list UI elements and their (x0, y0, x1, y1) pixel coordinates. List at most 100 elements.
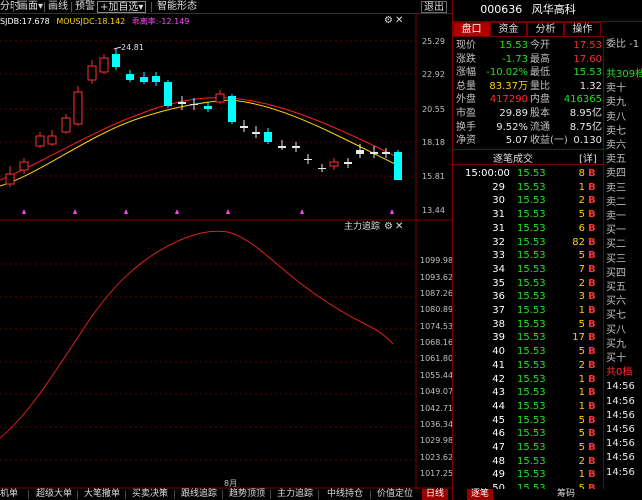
tab-bottom[interactable]: 机单 (0, 489, 18, 500)
tick-dir: B (588, 442, 596, 453)
tick-time: 30 (492, 195, 505, 207)
sub-axis-label: 1023.62 (420, 453, 452, 462)
tick-vol: 1 (578, 469, 585, 481)
order-book-row: 买一 (606, 225, 626, 237)
quote-label: 总量 (456, 80, 476, 92)
tab-tick-by-tick[interactable]: 逐笔 (467, 489, 494, 500)
tick-time: 15:00:00 (465, 168, 510, 179)
quote-label: 外盘 (456, 94, 476, 106)
candle-body (35, 135, 45, 147)
tick-dir: B (588, 209, 596, 221)
tick-time: 37 (492, 305, 505, 316)
tab-divider (270, 490, 271, 499)
tick-dir: B (588, 469, 596, 481)
toolbar-item-timeshare[interactable]: 分时 (0, 0, 20, 14)
toolbar-item-draw-line[interactable]: 画线 (48, 0, 68, 14)
candle-body (382, 152, 390, 154)
sub-axis-label: 1036.34 (420, 420, 452, 429)
gear-icon[interactable]: ⚙ (384, 221, 395, 232)
tick-dir: B (588, 277, 596, 289)
toolbar-item-alert[interactable]: 预警 (75, 0, 95, 14)
tab-bottom[interactable]: 大笔撒单 (84, 489, 120, 500)
tick-row: 29 15.53 1 B (453, 181, 603, 195)
sub-axis-label: 1074.53 (420, 322, 452, 331)
add-watchlist-button[interactable]: +加自选▾ (97, 1, 147, 13)
sub-axis-label: 1093.62 (420, 273, 452, 282)
tick-dir: B (588, 305, 596, 316)
tab-bottom[interactable]: 中线持仓 (327, 489, 363, 500)
tab-operation[interactable]: 操作 (564, 22, 601, 36)
order-book-row: 卖六 (606, 140, 626, 151)
quote-value: 9.52% (496, 121, 528, 133)
tick-row: 36 15.53 3 B (453, 290, 603, 304)
tick-time: 43 (492, 387, 505, 399)
tick-dir: B (588, 359, 596, 371)
order-book-row: 买七 (606, 310, 626, 322)
tick-title: 逐笔成交 (493, 154, 533, 165)
tab-chips[interactable]: 筹码 (557, 489, 575, 500)
sub-axis-label: 1055.44 (420, 371, 452, 380)
tick-price: 15.53 (517, 181, 546, 193)
tab-analysis[interactable]: 分析 (527, 22, 564, 36)
bottom-tab-bar: 机单 超级大单 大笔撒单 买卖决策 跟线追踪 趋势顶顶 主力追踪 中线持仓 价值… (0, 489, 452, 500)
tab-bottom[interactable]: 跟线追踪 (181, 489, 217, 500)
tick-dir: B (588, 387, 596, 399)
tick-row: 44 15.53 1 B (453, 400, 603, 414)
quote-label: 涨跌 (456, 53, 476, 65)
toolbar-item-smart-pattern[interactable]: 智能形态 (157, 0, 197, 14)
quote-value: -1.73 (502, 53, 528, 65)
tick-price: 15.53 (517, 263, 546, 275)
tab-bottom[interactable]: 买卖决策 (132, 489, 168, 500)
tick-vol: 2 (578, 195, 585, 207)
order-book-row: 14:56 (606, 395, 635, 407)
tab-funds[interactable]: 资金 (490, 22, 527, 36)
tab-bottom[interactable]: 趋势顶顶 (229, 489, 265, 500)
tick-time: 46 (492, 428, 505, 440)
tick-row: 31 15.53 6 B (453, 222, 603, 236)
order-book-row: 14:56 (606, 424, 635, 435)
tick-vol: 1 (578, 373, 585, 385)
price-axis-label: 13.44 (422, 206, 445, 215)
candle-body (140, 77, 148, 82)
tick-price: 15.53 (517, 291, 546, 303)
tick-detail-link[interactable]: [详] (579, 150, 597, 165)
candle-body (228, 96, 236, 122)
quote-label: 内盘 (530, 94, 550, 106)
candle-body (152, 76, 160, 82)
tick-vol: 82 (572, 236, 585, 248)
tick-vol: 8 (578, 168, 585, 179)
tab-bottom[interactable]: 主力追踪 (277, 489, 313, 500)
order-book-row: 买二 (606, 239, 626, 251)
tick-dir: B (588, 236, 596, 248)
tick-vol: 2 (578, 359, 585, 371)
tab-daily-selected[interactable]: 日线 (422, 489, 449, 500)
candlesticks (5, 48, 402, 187)
order-book: 委比 -1 共309档 卖十 卖九 卖八 卖七 卖六 卖五 卖四 卖三 卖二 卖一 买一 买二 买三 买四 买五… (604, 36, 642, 500)
candle-body (19, 161, 29, 171)
divider (453, 36, 603, 37)
period-markers (22, 209, 394, 214)
candle-body (164, 82, 172, 106)
tick-vol: 5 (578, 428, 585, 440)
quote-label: 净资 (456, 135, 476, 147)
quote-value: -10.02% (486, 67, 528, 79)
close-icon[interactable]: ✕ (395, 221, 405, 232)
exit-button[interactable]: 退出 (421, 1, 447, 13)
tick-row: 32 15.53 82 B (453, 236, 603, 250)
tick-row: 42 15.53 1 B (453, 373, 603, 387)
quote-label: 换手 (456, 121, 476, 133)
tick-time: 29 (492, 181, 505, 193)
order-book-row: 买三 (606, 253, 626, 265)
tick-price: 15.53 (517, 469, 546, 481)
tick-price: 15.53 (517, 209, 546, 221)
order-book-row: 买八 (606, 324, 626, 336)
tab-bottom[interactable]: 超级大单 (36, 489, 72, 500)
tab-divider (125, 490, 126, 499)
tab-bottom[interactable]: 价值定位 (377, 489, 413, 500)
order-book-row: 买六 (606, 296, 626, 308)
tick-vol: 2 (578, 455, 585, 467)
tab-orderbook[interactable]: 盘口 (453, 22, 490, 36)
chart-area[interactable]: SJDB:17.678 MOUSJDC:18.142 乖离率:-12.149 ⚙… (0, 14, 452, 500)
toolbar-item-screen[interactable]: 画面▾ (18, 0, 43, 14)
tick-price: 15.53 (517, 222, 546, 234)
